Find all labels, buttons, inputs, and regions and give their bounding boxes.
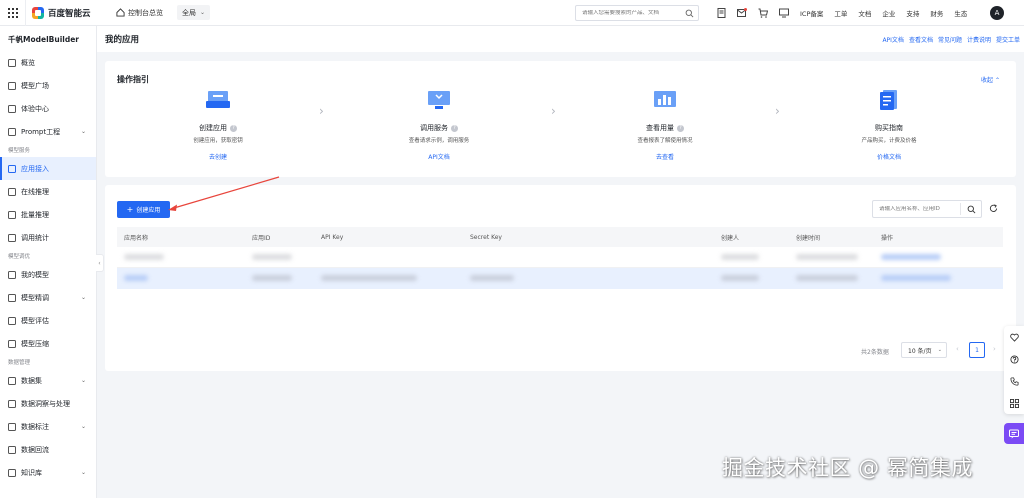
annotation-arrow (168, 176, 280, 211)
watermark: 掘金技术社区 @ 幂简集成 (722, 456, 973, 480)
